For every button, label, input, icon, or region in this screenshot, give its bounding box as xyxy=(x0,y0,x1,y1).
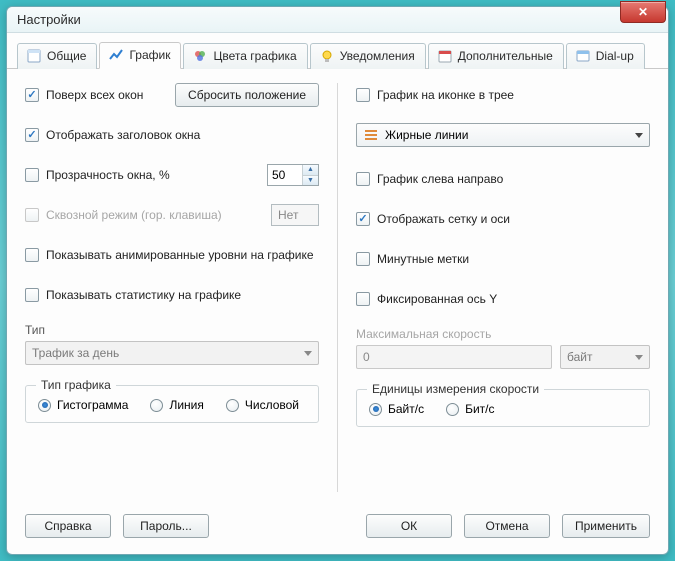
chevron-down-icon xyxy=(304,351,312,356)
clickthrough-hotkey-field: Нет xyxy=(271,204,319,226)
tab-colors[interactable]: Цвета графика xyxy=(183,43,307,69)
radio-dot-icon xyxy=(38,399,51,412)
calendar-icon xyxy=(437,48,453,64)
grid-axes-checkbox[interactable] xyxy=(356,212,370,226)
opacity-label: Прозрачность окна, % xyxy=(46,168,170,182)
minute-marks-label: Минутные метки xyxy=(377,252,469,266)
max-speed-input[interactable]: 0 xyxy=(356,345,552,369)
chevron-down-icon xyxy=(635,133,643,138)
max-speed-unit-value: байт xyxy=(567,350,592,364)
page-icon xyxy=(26,48,42,64)
show-caption-label: Отображать заголовок окна xyxy=(46,128,200,142)
type-combo-value: Трафик за день xyxy=(32,346,119,360)
show-caption-checkbox[interactable] xyxy=(25,128,39,142)
tab-label: Дополнительные xyxy=(458,49,553,63)
tray-graph-label: График на иконке в трее xyxy=(377,88,514,102)
help-button[interactable]: Справка xyxy=(25,514,111,538)
anim-levels-checkbox[interactable] xyxy=(25,248,39,262)
show-stats-checkbox[interactable] xyxy=(25,288,39,302)
opacity-spinner[interactable]: ▲ ▼ xyxy=(267,164,319,186)
fixed-y-checkbox[interactable] xyxy=(356,292,370,306)
opacity-checkbox[interactable] xyxy=(25,168,39,182)
tabs: Общие График Цвета графика Уведомления Д… xyxy=(7,33,668,69)
ltr-checkbox[interactable] xyxy=(356,172,370,186)
chart-icon xyxy=(108,47,124,63)
chart-type-group-title: Тип графика xyxy=(36,378,116,392)
radio-histogram-label: Гистограмма xyxy=(57,398,128,412)
radio-bytes[interactable]: Байт/с xyxy=(369,402,424,416)
chevron-down-icon xyxy=(635,355,643,360)
radio-line[interactable]: Линия xyxy=(150,398,203,412)
tab-content: Поверх всех окон Сбросить положение Отоб… xyxy=(7,69,668,500)
close-button[interactable]: ✕ xyxy=(620,1,666,23)
apply-button[interactable]: Применить xyxy=(562,514,650,538)
radio-numeric-label: Числовой xyxy=(245,398,299,412)
spinner-up-icon[interactable]: ▲ xyxy=(303,165,318,176)
show-stats-label: Показывать статистику на графике xyxy=(46,288,241,302)
opacity-input[interactable] xyxy=(268,165,302,185)
tab-general[interactable]: Общие xyxy=(17,43,97,69)
speed-units-group-title: Единицы измерения скорости xyxy=(367,382,544,396)
chart-type-group: Тип графика Гистограмма Линия Числовой xyxy=(25,385,319,423)
password-button[interactable]: Пароль... xyxy=(123,514,209,538)
titlebar: Настройки ✕ xyxy=(7,7,668,33)
grid-axes-label: Отображать сетку и оси xyxy=(377,212,510,226)
settings-window: Настройки ✕ Общие График Цвета графика xyxy=(6,6,669,555)
clickthrough-checkbox xyxy=(25,208,39,222)
tab-notify[interactable]: Уведомления xyxy=(310,43,426,69)
radio-bits[interactable]: Бит/с xyxy=(446,402,494,416)
line-style-combo[interactable]: Жирные линии xyxy=(356,123,650,147)
tray-graph-checkbox[interactable] xyxy=(356,88,370,102)
cancel-button[interactable]: Отмена xyxy=(464,514,550,538)
left-column: Поверх всех окон Сбросить положение Отоб… xyxy=(25,83,337,492)
speed-units-group: Единицы измерения скорости Байт/с Бит/с xyxy=(356,389,650,427)
tab-dialup[interactable]: Dial-up xyxy=(566,43,645,69)
window-icon xyxy=(575,48,591,64)
radio-dot-icon xyxy=(226,399,239,412)
max-speed-value: 0 xyxy=(363,350,370,364)
anim-levels-label: Показывать анимированные уровни на графи… xyxy=(46,248,314,262)
type-combo[interactable]: Трафик за день xyxy=(25,341,319,365)
dialog-footer: Справка Пароль... ОК Отмена Применить xyxy=(7,500,668,554)
type-label: Тип xyxy=(25,323,319,337)
tab-graph[interactable]: График xyxy=(99,42,181,69)
radio-numeric[interactable]: Числовой xyxy=(226,398,299,412)
close-icon: ✕ xyxy=(638,5,648,19)
tab-label: Уведомления xyxy=(340,49,415,63)
fixed-y-label: Фиксированная ось Y xyxy=(377,292,497,306)
ok-button[interactable]: ОК xyxy=(366,514,452,538)
reset-position-button[interactable]: Сбросить положение xyxy=(175,83,319,107)
tab-extra[interactable]: Дополнительные xyxy=(428,43,564,69)
clickthrough-label: Сквозной режим (гор. клавиша) xyxy=(46,208,222,222)
ltr-label: График слева направо xyxy=(377,172,503,186)
palette-icon xyxy=(192,48,208,64)
radio-histogram[interactable]: Гистограмма xyxy=(38,398,128,412)
tab-label: Общие xyxy=(47,49,86,63)
radio-dot-icon xyxy=(446,403,459,416)
radio-bytes-label: Байт/с xyxy=(388,402,424,416)
radio-bits-label: Бит/с xyxy=(465,402,494,416)
tab-label: График xyxy=(129,48,170,62)
tab-label: Dial-up xyxy=(596,49,634,63)
spinner-down-icon[interactable]: ▼ xyxy=(303,176,318,186)
bulb-icon xyxy=(319,48,335,64)
always-on-top-label: Поверх всех окон xyxy=(46,88,143,102)
line-style-value: Жирные линии xyxy=(385,128,468,142)
minute-marks-checkbox[interactable] xyxy=(356,252,370,266)
max-speed-unit-combo[interactable]: байт xyxy=(560,345,650,369)
window-title: Настройки xyxy=(17,12,81,27)
right-column: График на иконке в трее Жирные линии Гра… xyxy=(337,83,650,492)
lines-icon xyxy=(363,127,379,143)
radio-dot-icon xyxy=(150,399,163,412)
always-on-top-checkbox[interactable] xyxy=(25,88,39,102)
tab-label: Цвета графика xyxy=(213,49,296,63)
radio-dot-icon xyxy=(369,403,382,416)
radio-line-label: Линия xyxy=(169,398,203,412)
max-speed-label: Максимальная скорость xyxy=(356,327,650,341)
